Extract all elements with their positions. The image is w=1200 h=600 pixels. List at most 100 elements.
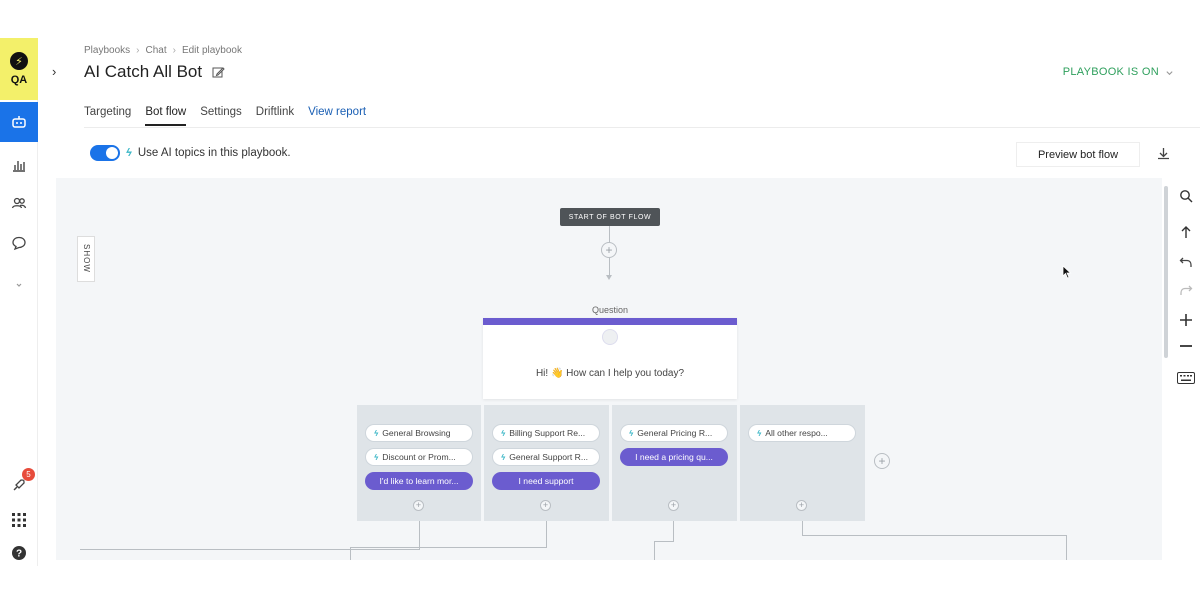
add-node-icon[interactable]: + bbox=[601, 242, 617, 258]
org-label: QA bbox=[10, 74, 28, 86]
breadcrumb-playbooks[interactable]: Playbooks bbox=[84, 45, 130, 56]
chevron-down-icon bbox=[1166, 70, 1173, 75]
question-node[interactable]: Hi! 👋 How can I help you today? bbox=[483, 318, 737, 399]
org-switcher[interactable]: ⚡ QA bbox=[0, 38, 38, 100]
zoom-out-icon bbox=[1180, 345, 1192, 347]
button-response-chip[interactable]: I'd like to learn mor... bbox=[365, 472, 473, 490]
page-title: AI Catch All Bot bbox=[84, 62, 203, 81]
app-window: ⚡ QA 5 ? › Playbooks › Chat › Edit playb… bbox=[0, 0, 1200, 600]
ai-bolt-icon: ϟ bbox=[501, 452, 506, 462]
connector-line bbox=[80, 549, 420, 550]
zoom-in-button[interactable] bbox=[1172, 308, 1200, 332]
ai-topic-chip[interactable]: ϟ General Pricing R... bbox=[620, 424, 728, 442]
arrow-down-icon bbox=[606, 275, 612, 280]
view-report-link[interactable]: View report bbox=[308, 106, 366, 126]
notification-badge: 5 bbox=[22, 468, 35, 481]
undo-button[interactable] bbox=[1172, 250, 1200, 274]
ai-bolt-icon: ϟ bbox=[126, 147, 132, 159]
undo-icon bbox=[1179, 257, 1192, 267]
connector-line bbox=[1066, 535, 1067, 560]
jump-to-top-button[interactable] bbox=[1172, 220, 1200, 244]
start-node[interactable]: START OF BOT FLOW bbox=[560, 208, 660, 226]
redo-icon bbox=[1180, 285, 1193, 295]
ai-topics-toggle[interactable] bbox=[90, 145, 120, 161]
arrow-up-icon bbox=[1181, 226, 1191, 238]
connector-line bbox=[673, 521, 674, 541]
ai-topics-toggle-row: ϟ Use AI topics in this playbook. bbox=[90, 145, 291, 161]
tab-bot-flow[interactable]: Bot flow bbox=[145, 106, 187, 126]
tab-targeting[interactable]: Targeting bbox=[84, 106, 131, 126]
show-panel-tab[interactable]: SHOW bbox=[77, 236, 95, 282]
drag-handle-icon[interactable] bbox=[602, 329, 618, 345]
nav-item-help[interactable]: ? bbox=[0, 538, 38, 568]
ai-bolt-icon: ϟ bbox=[629, 428, 634, 438]
redo-button[interactable] bbox=[1172, 278, 1200, 302]
download-button[interactable] bbox=[1156, 146, 1171, 166]
ai-topic-chip[interactable]: ϟ Discount or Prom... bbox=[365, 448, 473, 466]
add-branch-icon[interactable]: + bbox=[796, 500, 807, 511]
tab-settings[interactable]: Settings bbox=[200, 106, 242, 126]
preview-bot-flow-button[interactable]: Preview bot flow bbox=[1016, 142, 1140, 167]
mouse-cursor-icon bbox=[1062, 265, 1072, 284]
ai-topic-chip[interactable]: ϟ General Browsing bbox=[365, 424, 473, 442]
chat-bubble-icon bbox=[12, 236, 26, 251]
breadcrumb-separator-icon: › bbox=[172, 45, 176, 56]
nav-more[interactable] bbox=[0, 270, 38, 300]
response-column-3: ϟ General Pricing R... I need a pricing q… bbox=[612, 405, 737, 521]
chip-label: General Support R... bbox=[509, 452, 589, 462]
nav-item-apps[interactable] bbox=[0, 505, 38, 535]
response-column-1: ϟ General Browsing ϟ Discount or Prom... I… bbox=[357, 405, 481, 521]
svg-text:?: ? bbox=[16, 549, 22, 560]
bot-icon bbox=[12, 116, 26, 128]
download-icon bbox=[1158, 148, 1169, 160]
add-column-icon[interactable]: + bbox=[874, 453, 890, 469]
add-branch-icon[interactable]: + bbox=[413, 500, 424, 511]
bar-chart-icon bbox=[13, 161, 25, 172]
nav-item-contacts[interactable] bbox=[0, 188, 38, 218]
connector-line bbox=[546, 521, 547, 547]
button-response-chip[interactable]: I need a pricing qu... bbox=[620, 448, 728, 466]
people-icon bbox=[11, 197, 27, 209]
expand-sidebar-icon[interactable]: › bbox=[52, 64, 56, 79]
ai-topic-chip[interactable]: ϟ General Support R... bbox=[492, 448, 600, 466]
response-column-4: ϟ All other respo... + bbox=[740, 405, 865, 521]
keyboard-shortcuts-button[interactable] bbox=[1172, 366, 1200, 390]
show-panel-label: SHOW bbox=[82, 244, 91, 273]
grid-icon bbox=[12, 513, 26, 527]
button-response-chip[interactable]: I need support bbox=[492, 472, 600, 490]
edit-pencil-icon[interactable] bbox=[212, 66, 225, 79]
playbook-status-dropdown[interactable]: PLAYBOOK IS ON bbox=[1063, 66, 1174, 78]
connector-line bbox=[419, 521, 420, 549]
chip-label: Billing Support Re... bbox=[509, 428, 586, 438]
question-node-label: Question bbox=[591, 305, 629, 315]
breadcrumb-chat[interactable]: Chat bbox=[145, 45, 166, 56]
drift-logo-icon: ⚡ bbox=[10, 52, 28, 70]
page-title-row: AI Catch All Bot bbox=[84, 62, 225, 82]
nav-item-conversations[interactable] bbox=[0, 228, 38, 258]
ai-bolt-icon: ϟ bbox=[374, 428, 379, 438]
add-branch-icon[interactable]: + bbox=[540, 500, 551, 511]
chevron-down-icon bbox=[16, 283, 22, 287]
connector-line bbox=[350, 547, 351, 560]
left-nav: ⚡ QA 5 ? bbox=[0, 38, 38, 566]
chip-label: General Browsing bbox=[382, 428, 451, 438]
chip-label: General Pricing R... bbox=[637, 428, 713, 438]
nav-item-reports[interactable] bbox=[0, 150, 38, 180]
ai-topics-label: Use AI topics in this playbook. bbox=[137, 147, 291, 159]
nav-item-bots[interactable] bbox=[0, 102, 38, 142]
tab-driftlink[interactable]: Driftlink bbox=[256, 106, 294, 126]
search-button[interactable] bbox=[1172, 184, 1200, 208]
ai-topic-chip[interactable]: ϟ Billing Support Re... bbox=[492, 424, 600, 442]
search-icon bbox=[1180, 190, 1193, 203]
keyboard-icon bbox=[1177, 372, 1195, 384]
chip-label: Discount or Prom... bbox=[382, 452, 456, 462]
ai-topic-chip[interactable]: ϟ All other respo... bbox=[748, 424, 856, 442]
breadcrumb-separator-icon: › bbox=[136, 45, 140, 56]
canvas-scrollbar[interactable] bbox=[1164, 186, 1168, 358]
connector-line bbox=[802, 535, 1066, 536]
breadcrumb: Playbooks › Chat › Edit playbook bbox=[84, 45, 242, 56]
connector-line bbox=[654, 541, 674, 542]
connector-line bbox=[654, 541, 655, 560]
add-branch-icon[interactable]: + bbox=[668, 500, 679, 511]
zoom-out-button[interactable] bbox=[1172, 334, 1200, 358]
